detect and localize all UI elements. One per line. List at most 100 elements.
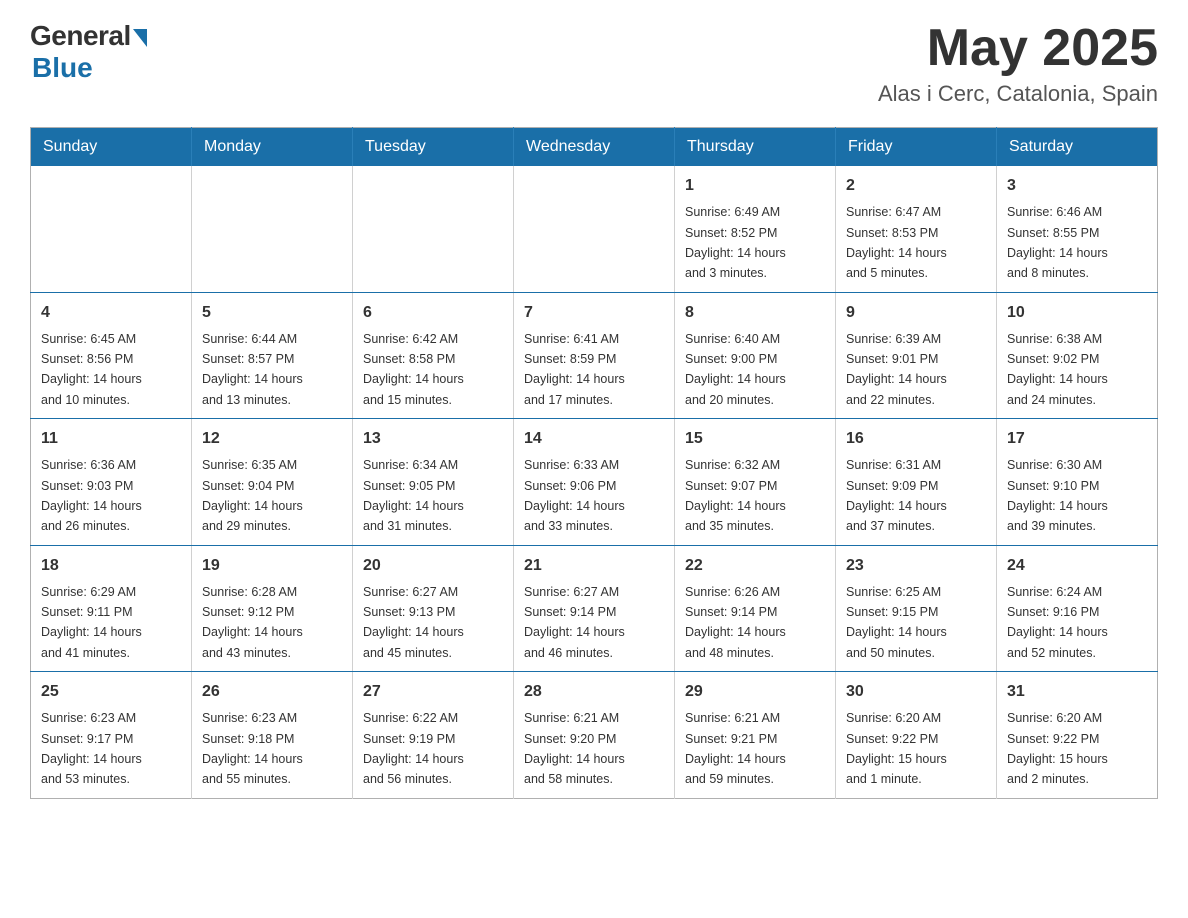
day-info: Sunrise: 6:29 AM Sunset: 9:11 PM Dayligh… — [41, 585, 142, 660]
day-info: Sunrise: 6:23 AM Sunset: 9:18 PM Dayligh… — [202, 711, 303, 786]
calendar-day-cell: 8Sunrise: 6:40 AM Sunset: 9:00 PM Daylig… — [675, 292, 836, 419]
calendar-day-cell — [353, 166, 514, 292]
title-block: May 2025 Alas i Cerc, Catalonia, Spain — [878, 20, 1158, 107]
day-info: Sunrise: 6:26 AM Sunset: 9:14 PM Dayligh… — [685, 585, 786, 660]
day-of-week-header: Monday — [192, 128, 353, 167]
calendar-day-cell: 7 Sunrise: 6:41 AM Sunset: 8:59 PM Daylig… — [514, 292, 675, 419]
day-of-week-header: Wednesday — [514, 128, 675, 167]
calendar-week-row: 11 Sunrise: 6:36 AM Sunset: 9:03 PM Dayli… — [31, 419, 1158, 546]
day-info: Sunrise: 6:32 AM Sunset: 9:07 PM Dayligh… — [685, 458, 786, 533]
calendar-day-cell: 4 Sunrise: 6:45 AM Sunset: 8:56 PM Daylig… — [31, 292, 192, 419]
calendar-day-cell: 12Sunrise: 6:35 AM Sunset: 9:04 PM Dayli… — [192, 419, 353, 546]
calendar-day-cell: 25 Sunrise: 6:23 AM Sunset: 9:17 PM Dayli… — [31, 672, 192, 799]
calendar-day-cell: 2Sunrise: 6:47 AM Sunset: 8:53 PM Daylig… — [836, 166, 997, 292]
day-number: 19 — [202, 554, 342, 578]
day-info: Sunrise: 6:38 AM Sunset: 9:02 PM Dayligh… — [1007, 332, 1108, 407]
day-info: Sunrise: 6:28 AM Sunset: 9:12 PM Dayligh… — [202, 585, 303, 660]
calendar-week-row: 1 Sunrise: 6:49 AM Sunset: 8:52 PM Daylig… — [31, 166, 1158, 292]
day-info: Sunrise: 6:47 AM Sunset: 8:53 PM Dayligh… — [846, 205, 947, 280]
calendar-day-cell — [31, 166, 192, 292]
day-number: 28 — [524, 680, 664, 704]
day-number: 9 — [846, 301, 986, 325]
day-number: 30 — [846, 680, 986, 704]
day-info: Sunrise: 6:49 AM Sunset: 8:52 PM Dayligh… — [685, 205, 786, 280]
day-number: 10 — [1007, 301, 1147, 325]
calendar-day-cell: 26 Sunrise: 6:23 AM Sunset: 9:18 PM Dayli… — [192, 672, 353, 799]
day-info: Sunrise: 6:46 AM Sunset: 8:55 PM Dayligh… — [1007, 205, 1108, 280]
day-info: Sunrise: 6:31 AM Sunset: 9:09 PM Dayligh… — [846, 458, 947, 533]
calendar-day-cell: 23Sunrise: 6:25 AM Sunset: 9:15 PM Dayli… — [836, 545, 997, 672]
day-info: Sunrise: 6:36 AM Sunset: 9:03 PM Dayligh… — [41, 458, 142, 533]
page-header: General Blue May 2025 Alas i Cerc, Catal… — [30, 20, 1158, 107]
logo: General Blue — [30, 20, 147, 84]
calendar-day-cell: 14Sunrise: 6:33 AM Sunset: 9:06 PM Dayli… — [514, 419, 675, 546]
calendar-day-cell: 20Sunrise: 6:27 AM Sunset: 9:13 PM Dayli… — [353, 545, 514, 672]
day-info: Sunrise: 6:21 AM Sunset: 9:20 PM Dayligh… — [524, 711, 625, 786]
calendar-day-cell: 18 Sunrise: 6:29 AM Sunset: 9:11 PM Dayli… — [31, 545, 192, 672]
day-number: 7 — [524, 301, 664, 325]
day-number: 17 — [1007, 427, 1147, 451]
day-of-week-header: Friday — [836, 128, 997, 167]
calendar-day-cell: 1 Sunrise: 6:49 AM Sunset: 8:52 PM Daylig… — [675, 166, 836, 292]
day-number: 27 — [363, 680, 503, 704]
day-number: 31 — [1007, 680, 1147, 704]
day-info: Sunrise: 6:44 AM Sunset: 8:57 PM Dayligh… — [202, 332, 303, 407]
calendar-day-cell: 27Sunrise: 6:22 AM Sunset: 9:19 PM Dayli… — [353, 672, 514, 799]
day-of-week-header: Sunday — [31, 128, 192, 167]
day-info: Sunrise: 6:21 AM Sunset: 9:21 PM Dayligh… — [685, 711, 786, 786]
calendar-day-cell: 16 Sunrise: 6:31 AM Sunset: 9:09 PM Dayli… — [836, 419, 997, 546]
calendar-day-cell: 19 Sunrise: 6:28 AM Sunset: 9:12 PM Dayli… — [192, 545, 353, 672]
day-number: 11 — [41, 427, 181, 451]
day-number: 1 — [685, 174, 825, 198]
location-title: Alas i Cerc, Catalonia, Spain — [878, 81, 1158, 107]
day-of-week-header: Thursday — [675, 128, 836, 167]
day-info: Sunrise: 6:42 AM Sunset: 8:58 PM Dayligh… — [363, 332, 464, 407]
day-info: Sunrise: 6:45 AM Sunset: 8:56 PM Dayligh… — [41, 332, 142, 407]
calendar-day-cell: 10 Sunrise: 6:38 AM Sunset: 9:02 PM Dayli… — [997, 292, 1158, 419]
day-number: 21 — [524, 554, 664, 578]
day-number: 22 — [685, 554, 825, 578]
day-info: Sunrise: 6:34 AM Sunset: 9:05 PM Dayligh… — [363, 458, 464, 533]
day-number: 26 — [202, 680, 342, 704]
day-number: 29 — [685, 680, 825, 704]
calendar-day-cell: 6Sunrise: 6:42 AM Sunset: 8:58 PM Daylig… — [353, 292, 514, 419]
day-number: 14 — [524, 427, 664, 451]
day-info: Sunrise: 6:23 AM Sunset: 9:17 PM Dayligh… — [41, 711, 142, 786]
calendar-day-cell: 3 Sunrise: 6:46 AM Sunset: 8:55 PM Daylig… — [997, 166, 1158, 292]
day-info: Sunrise: 6:24 AM Sunset: 9:16 PM Dayligh… — [1007, 585, 1108, 660]
calendar-day-cell: 31 Sunrise: 6:20 AM Sunset: 9:22 PM Dayli… — [997, 672, 1158, 799]
day-number: 4 — [41, 301, 181, 325]
calendar-day-cell — [514, 166, 675, 292]
calendar-week-row: 4 Sunrise: 6:45 AM Sunset: 8:56 PM Daylig… — [31, 292, 1158, 419]
calendar-day-cell — [192, 166, 353, 292]
calendar-day-cell: 22 Sunrise: 6:26 AM Sunset: 9:14 PM Dayli… — [675, 545, 836, 672]
calendar-day-cell: 21 Sunrise: 6:27 AM Sunset: 9:14 PM Dayli… — [514, 545, 675, 672]
day-number: 18 — [41, 554, 181, 578]
calendar-header-row: SundayMondayTuesdayWednesdayThursdayFrid… — [31, 128, 1158, 167]
calendar-day-cell: 9Sunrise: 6:39 AM Sunset: 9:01 PM Daylig… — [836, 292, 997, 419]
day-info: Sunrise: 6:20 AM Sunset: 9:22 PM Dayligh… — [1007, 711, 1108, 786]
day-info: Sunrise: 6:27 AM Sunset: 9:14 PM Dayligh… — [524, 585, 625, 660]
calendar-week-row: 18 Sunrise: 6:29 AM Sunset: 9:11 PM Dayli… — [31, 545, 1158, 672]
day-of-week-header: Tuesday — [353, 128, 514, 167]
logo-blue-text: Blue — [32, 52, 93, 84]
logo-arrow-icon — [133, 29, 147, 47]
day-number: 5 — [202, 301, 342, 325]
day-number: 13 — [363, 427, 503, 451]
day-info: Sunrise: 6:30 AM Sunset: 9:10 PM Dayligh… — [1007, 458, 1108, 533]
logo-general-text: General — [30, 20, 131, 52]
day-number: 24 — [1007, 554, 1147, 578]
day-number: 20 — [363, 554, 503, 578]
calendar-day-cell: 24 Sunrise: 6:24 AM Sunset: 9:16 PM Dayli… — [997, 545, 1158, 672]
day-number: 16 — [846, 427, 986, 451]
day-number: 3 — [1007, 174, 1147, 198]
calendar-day-cell: 30 Sunrise: 6:20 AM Sunset: 9:22 PM Dayli… — [836, 672, 997, 799]
day-info: Sunrise: 6:25 AM Sunset: 9:15 PM Dayligh… — [846, 585, 947, 660]
day-info: Sunrise: 6:41 AM Sunset: 8:59 PM Dayligh… — [524, 332, 625, 407]
day-info: Sunrise: 6:20 AM Sunset: 9:22 PM Dayligh… — [846, 711, 947, 786]
calendar-day-cell: 11 Sunrise: 6:36 AM Sunset: 9:03 PM Dayli… — [31, 419, 192, 546]
calendar-day-cell: 15Sunrise: 6:32 AM Sunset: 9:07 PM Dayli… — [675, 419, 836, 546]
day-number: 12 — [202, 427, 342, 451]
day-number: 25 — [41, 680, 181, 704]
calendar-day-cell: 29 Sunrise: 6:21 AM Sunset: 9:21 PM Dayli… — [675, 672, 836, 799]
